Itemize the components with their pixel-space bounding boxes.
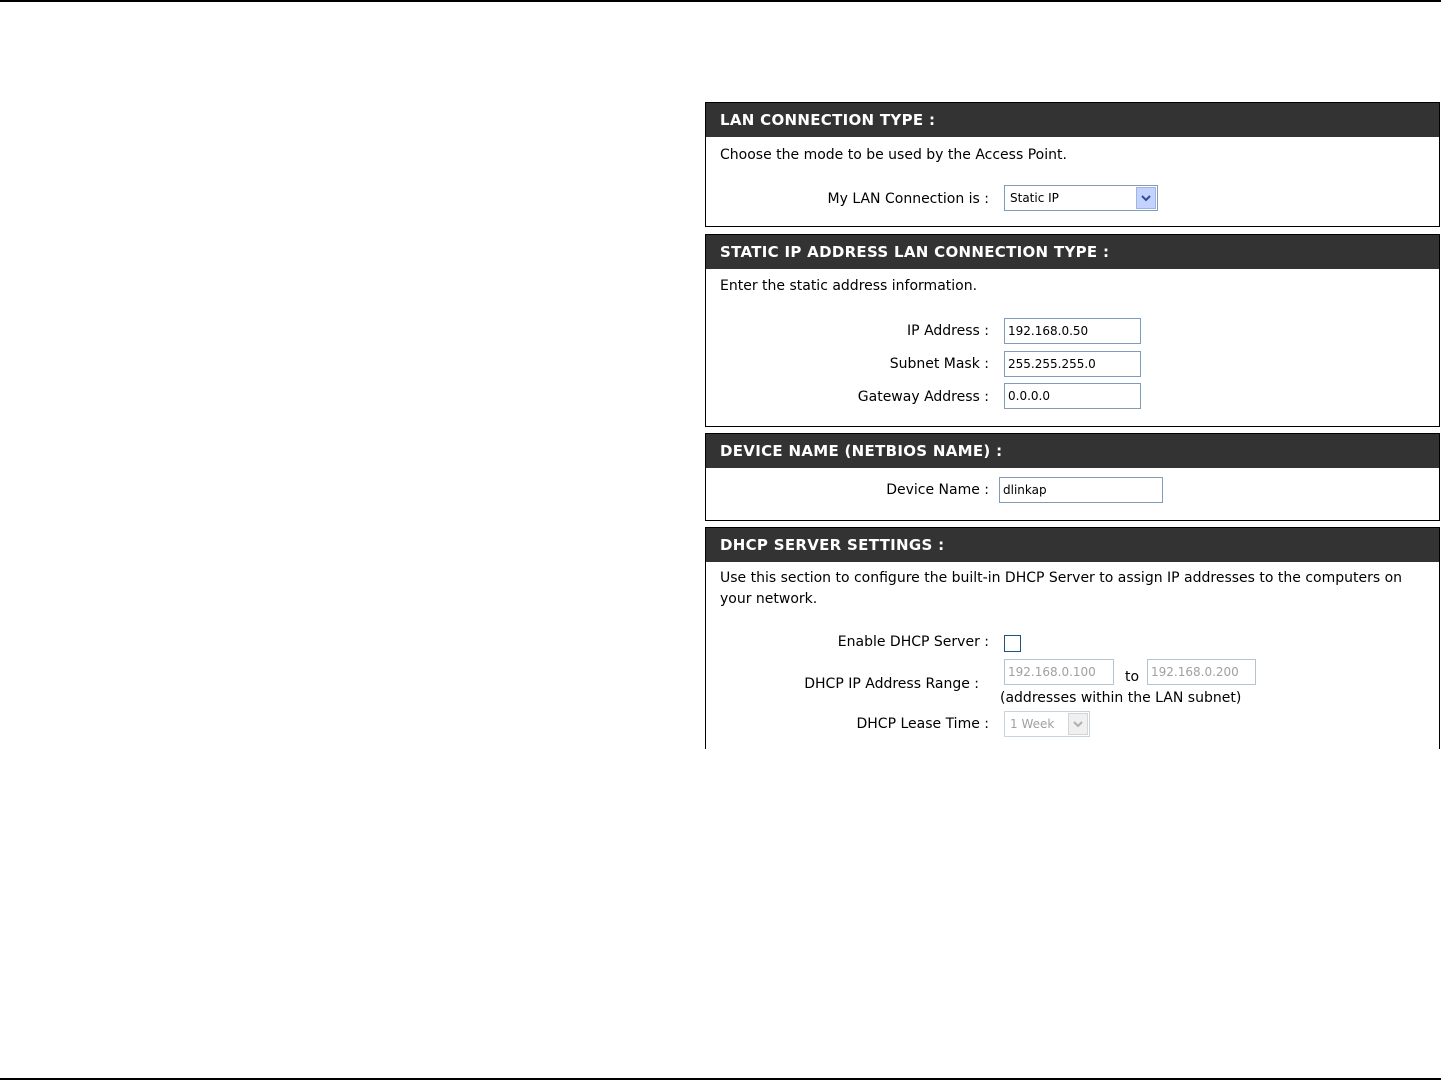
subnet-mask-label: Subnet Mask : [889,356,989,372]
lan-connection-select[interactable]: Static IP [1004,185,1158,211]
dhcp-panel: DHCP SERVER SETTINGS : Use this section … [705,527,1440,749]
device-name-label: Device Name : [886,482,989,498]
dhcp-lease-select[interactable]: 1 Week [1004,711,1090,737]
dhcp-range-end-input[interactable]: 192.168.0.200 [1147,659,1256,685]
dhcp-lease-label: DHCP Lease Time : [856,716,989,732]
enable-dhcp-label: Enable DHCP Server : [837,634,989,650]
subnet-mask-input[interactable]: 255.255.255.0 [1004,351,1141,377]
static-ip-title: STATIC IP ADDRESS LAN CONNECTION TYPE : [706,235,1439,269]
lan-connection-description: Choose the mode to be used by the Access… [720,147,1067,163]
dhcp-description: Use this section to configure the built-… [720,570,1403,607]
lan-connection-label: My LAN Connection is : [827,191,989,207]
gateway-address-input[interactable]: 0.0.0.0 [1004,383,1141,409]
lan-connection-panel: LAN CONNECTION TYPE : Choose the mode to… [705,102,1440,227]
ip-address-label: IP Address : [907,323,989,339]
enable-dhcp-checkbox[interactable] [1004,635,1021,652]
gateway-address-label: Gateway Address : [857,389,989,405]
device-name-input[interactable]: dlinkap [999,477,1163,503]
dhcp-title: DHCP SERVER SETTINGS : [706,528,1439,562]
static-ip-panel: STATIC IP ADDRESS LAN CONNECTION TYPE : … [705,234,1440,427]
chevron-down-icon [1068,713,1088,735]
device-name-panel: DEVICE NAME (NETBIOS NAME) : Device Name… [705,433,1440,521]
ip-address-input[interactable]: 192.168.0.50 [1004,318,1141,344]
dhcp-range-to-label: to [1125,669,1140,685]
lan-connection-select-value: Static IP [1010,191,1059,205]
top-rule [0,0,1441,2]
device-name-title: DEVICE NAME (NETBIOS NAME) : [706,434,1439,468]
dhcp-range-label: DHCP IP Address Range : [804,676,979,692]
lan-connection-title: LAN CONNECTION TYPE : [706,103,1439,137]
chevron-down-icon [1136,187,1156,209]
dhcp-range-note: (addresses within the LAN subnet) [1000,690,1242,706]
static-ip-description: Enter the static address information. [720,278,978,294]
bottom-rule [0,1078,1441,1080]
dhcp-lease-select-value: 1 Week [1010,717,1055,731]
dhcp-range-start-input[interactable]: 192.168.0.100 [1004,659,1114,685]
